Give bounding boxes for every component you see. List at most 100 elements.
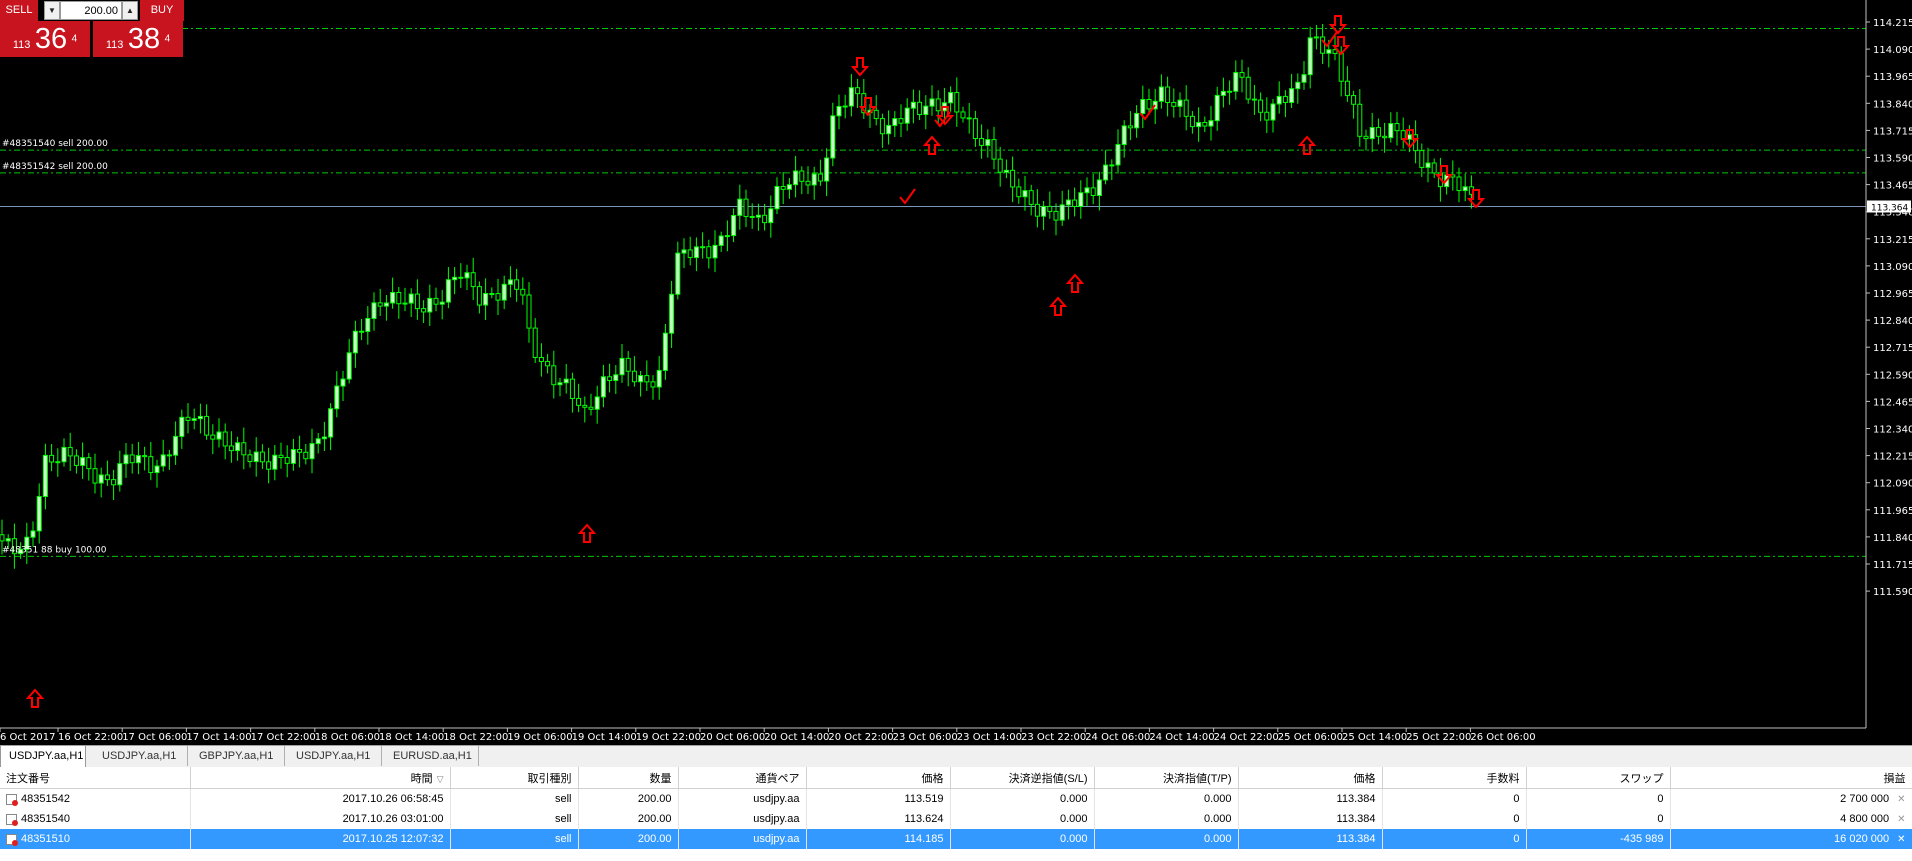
candle-body <box>383 302 389 307</box>
close-order-icon[interactable]: ✕ <box>1897 814 1905 825</box>
candle-body <box>352 330 358 354</box>
candle-body <box>1183 99 1189 117</box>
candle-body <box>166 454 172 457</box>
candle-body <box>731 214 737 237</box>
time-tick-label: 25 Oct 06:00 <box>1278 732 1343 743</box>
candle-body <box>799 170 805 182</box>
candle-body <box>1375 127 1381 137</box>
candle-body <box>1090 187 1096 197</box>
col-time[interactable]: 時間 ▽ <box>190 767 451 789</box>
tab-usdjpy-3[interactable]: USDJPY.aa,H1 <box>288 746 382 766</box>
current-price-cell: 113.384 <box>1238 809 1383 829</box>
col-symbol[interactable]: 通貨ペア <box>678 767 807 789</box>
order-line-label: #48351540 sell 200.00 <box>2 139 108 149</box>
ticket-cell: 48351510 <box>0 829 191 849</box>
candle-body <box>1010 169 1016 188</box>
candle-body <box>805 180 811 186</box>
sell-price-button[interactable]: 113 36 4 <box>0 21 90 57</box>
col-tp[interactable]: 決済指値(T/P) <box>1094 767 1239 789</box>
tp-cell[interactable]: 0.000 <box>1094 809 1239 829</box>
col-type[interactable]: 取引種別 <box>450 767 579 789</box>
sl-cell[interactable]: 0.000 <box>950 829 1095 849</box>
price-tick-label: 112.965 <box>1873 289 1912 300</box>
candle-body <box>111 479 117 486</box>
candle-body <box>439 301 445 305</box>
tab-usdjpy-1[interactable]: USDJPY.aa,H1 <box>0 746 86 768</box>
volume-increase-button[interactable]: ▲ <box>122 1 138 20</box>
col-swap[interactable]: スワップ <box>1526 767 1671 789</box>
sl-cell[interactable]: 0.000 <box>950 788 1095 809</box>
buy-price-prefix: 113 <box>105 39 124 51</box>
time-tick-label: 16 Oct 22:00 <box>58 732 123 743</box>
order-line-label: #48351 88 buy 100.00 <box>2 545 107 555</box>
volume-cell: 200.00 <box>578 809 679 829</box>
buy-price-button[interactable]: 113 38 4 <box>93 21 183 57</box>
candle-body <box>755 214 761 218</box>
candle-body <box>123 454 129 465</box>
candle-body <box>483 292 489 306</box>
candle-body <box>346 352 352 380</box>
volume-input[interactable] <box>60 1 122 20</box>
candle-body <box>470 272 476 288</box>
tab-gbpjpy[interactable]: GBPJPY.aa,H1 <box>191 746 285 766</box>
candle-body <box>687 249 693 259</box>
candle-body <box>954 92 960 113</box>
candle-body <box>414 293 420 310</box>
candle-body <box>266 461 272 470</box>
buy-button[interactable]: BUY <box>140 0 184 21</box>
symbol-cell: usdjpy.aa <box>678 809 807 829</box>
candle-body <box>582 404 588 408</box>
chart-canvas[interactable]: 114.215 114.090 113.965 113.840 113.715 113.5… <box>0 0 1912 745</box>
col-profit[interactable]: 損益 <box>1670 767 1912 789</box>
candle-body <box>1270 103 1276 121</box>
col-volume[interactable]: 数量 <box>578 767 679 789</box>
col-commission[interactable]: 手数料 <box>1382 767 1527 789</box>
symbol-cell: usdjpy.aa <box>678 829 807 849</box>
time-tick-label: 6 Oct 2017 <box>0 732 55 743</box>
tab-eurusd[interactable]: EURUSD.aa,H1 <box>385 746 479 766</box>
sell-order-icon <box>6 813 18 826</box>
sell-button[interactable]: SELL <box>0 0 38 21</box>
time-cell: 2017.10.26 03:01:00 <box>190 809 451 829</box>
candle-body <box>433 297 439 305</box>
candle-body <box>1220 90 1226 96</box>
candle-body <box>1208 120 1214 127</box>
table-row-selected[interactable]: 48351510 2017.10.25 12:07:32 sell 200.00… <box>0 829 1912 849</box>
candle-body <box>1357 103 1363 137</box>
col-ticket[interactable]: 注文番号 <box>0 767 191 789</box>
candle-body <box>210 434 216 440</box>
buy-arrow-icon <box>1048 296 1068 316</box>
candle-body <box>371 302 377 319</box>
col-sl[interactable]: 決済逆指値(S/L) <box>950 767 1095 789</box>
close-order-icon[interactable]: ✕ <box>1897 794 1905 805</box>
table-row[interactable]: 48351540 2017.10.26 03:01:00 sell 200.00… <box>0 809 1912 829</box>
swap-cell: 0 <box>1526 809 1671 829</box>
col-current-price[interactable]: 価格 <box>1238 767 1383 789</box>
candle-body <box>1382 135 1388 139</box>
price-tick-label: 111.590 <box>1873 587 1912 598</box>
candle-body <box>1146 98 1152 110</box>
price-chart[interactable]: 114.215 114.090 113.965 113.840 113.715 113.5… <box>0 0 1912 745</box>
candle-body <box>98 474 104 484</box>
price-tick-label: 113.215 <box>1873 235 1912 246</box>
candle-body <box>309 443 315 460</box>
candle-body <box>390 291 396 304</box>
tp-cell[interactable]: 0.000 <box>1094 788 1239 809</box>
candle-body <box>297 448 303 453</box>
price-tick-label: 113.465 <box>1873 181 1912 192</box>
candle-body <box>1338 52 1344 82</box>
col-price[interactable]: 価格 <box>806 767 951 789</box>
tp-cell[interactable]: 0.000 <box>1094 829 1239 849</box>
close-order-icon[interactable]: ✕ <box>1897 834 1905 845</box>
candle-body <box>1307 37 1313 76</box>
tab-usdjpy-2[interactable]: USDJPY.aa,H1 <box>94 746 188 766</box>
table-row[interactable]: 48351542 2017.10.26 06:58:45 sell 200.00… <box>0 788 1912 809</box>
sl-cell[interactable]: 0.000 <box>950 809 1095 829</box>
candle-body <box>284 457 290 464</box>
candle-body <box>749 215 755 218</box>
candle-body <box>408 293 414 304</box>
candle-body <box>1003 169 1009 173</box>
candle-body <box>1264 111 1270 121</box>
ticket-value: 48351542 <box>21 793 70 805</box>
volume-decrease-button[interactable]: ▼ <box>44 1 60 20</box>
